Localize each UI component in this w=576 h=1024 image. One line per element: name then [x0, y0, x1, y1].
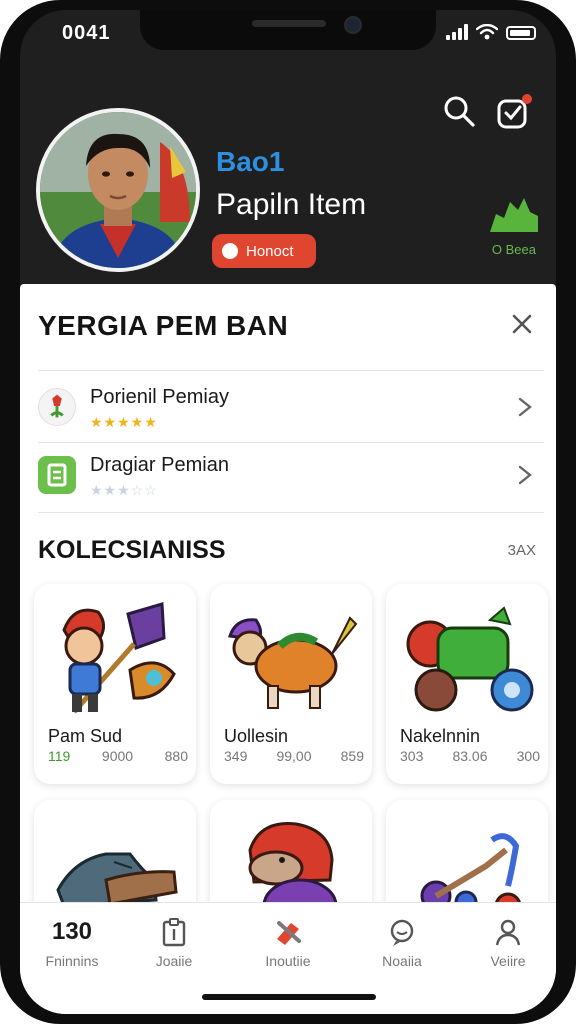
card-stat: 83.06 — [452, 748, 488, 764]
notification-badge-icon[interactable] — [496, 92, 534, 130]
connect-button-label: Honoct — [246, 242, 294, 260]
card-stats: 349 99,00 859 — [224, 748, 364, 764]
card-title: Uollesin — [224, 726, 289, 746]
collection-count[interactable]: 3AX — [508, 542, 536, 559]
close-icon[interactable] — [510, 312, 534, 336]
tab-label: Fninnins — [45, 953, 99, 969]
star-rating: ★★★☆☆ — [90, 482, 158, 498]
status-time: 0041 — [62, 22, 111, 44]
avatar[interactable] — [36, 108, 200, 272]
profile-name: Papiln Item — [216, 188, 367, 221]
profile-header: Bao1 Papiln Item Honoct O Beea — [20, 58, 556, 284]
list-item-0[interactable]: Porienil Pemiay ★★★★★ — [38, 374, 544, 442]
clipboard-icon — [162, 918, 186, 947]
tools-icon — [277, 921, 301, 945]
flower-icon — [38, 388, 76, 426]
speaker — [252, 20, 326, 27]
app-screen: 0041 Bao1 Papiln Item Honoct O Beea YERG… — [20, 10, 556, 1014]
phone-frame: 0041 Bao1 Papiln Item Honoct O Beea YERG… — [0, 0, 576, 1024]
search-icon[interactable] — [442, 94, 476, 128]
card-stat: 300 — [516, 748, 540, 764]
home-indicator[interactable] — [202, 994, 376, 1000]
battery-icon — [506, 26, 536, 40]
tab-label: Veiire — [490, 953, 526, 969]
divider — [38, 370, 544, 371]
tab-item-4[interactable]: Veiire — [460, 917, 556, 969]
tab-item-2[interactable]: Inoutiie — [240, 917, 336, 969]
tab-label: Inoutiie — [265, 953, 311, 969]
user-icon — [495, 919, 521, 946]
tree-icon[interactable] — [488, 194, 540, 234]
list-item-1[interactable]: Dragiar Pemian ★★★☆☆ — [38, 442, 544, 510]
profile-subtitle: Bao1 — [216, 146, 285, 177]
chevron-right-icon — [518, 465, 532, 485]
card-stat: 99,00 — [276, 748, 312, 764]
status-icons — [446, 24, 536, 40]
card-stats: 303 83.06 300 — [400, 748, 540, 764]
front-camera — [344, 16, 362, 34]
connect-button[interactable]: Honoct — [212, 234, 316, 268]
vehicle-toy-icon — [406, 606, 534, 712]
card-stat: 859 — [340, 748, 364, 764]
card-stats: 119 9000 880 — [48, 748, 188, 764]
tab-item-1[interactable]: Joaiie — [126, 917, 222, 969]
card-stat: 119 — [48, 748, 71, 764]
document-icon — [38, 456, 76, 494]
collection-card-0[interactable]: Pam Sud 119 9000 880 — [34, 584, 196, 784]
list-item-label: Dragiar Pemian — [90, 454, 229, 476]
card-title: Nakelnnin — [400, 726, 481, 746]
tab-item-3[interactable]: Noaiia — [354, 917, 450, 969]
sheet-title: YERGIA PEM BAN — [38, 310, 289, 341]
chat-icon — [390, 919, 414, 946]
tab-item-0[interactable]: 130 Fninnins — [24, 917, 120, 969]
tab-label: Joaiie — [155, 953, 193, 969]
tab-number: 130 — [51, 918, 93, 945]
card-stat: 880 — [164, 748, 188, 764]
wifi-icon — [476, 24, 498, 40]
list-item-label: Porienil Pemiay — [90, 386, 229, 408]
tree-label: O Beea — [491, 242, 536, 257]
collection-card-1[interactable]: Uollesin 349 99,00 859 — [210, 584, 372, 784]
card-stat: 303 — [400, 748, 424, 764]
warrior-character-icon — [62, 602, 176, 714]
star-rating: ★★★★★ — [90, 414, 158, 430]
card-stat: 9000 — [101, 748, 134, 764]
avatar-portrait — [40, 112, 196, 268]
chevron-right-icon — [518, 397, 532, 417]
creature-character-icon — [228, 616, 358, 709]
notch — [140, 10, 436, 50]
collection-title: KOLECSIANISS — [38, 536, 226, 564]
signal-icon — [446, 24, 468, 40]
collection-card-2[interactable]: Nakelnnin 303 83.06 300 — [386, 584, 548, 784]
connect-dot-icon — [222, 243, 238, 259]
divider — [38, 512, 544, 513]
tab-label: Noaiia — [382, 953, 422, 969]
card-stat: 349 — [224, 748, 248, 764]
card-title: Pam Sud — [48, 726, 123, 746]
